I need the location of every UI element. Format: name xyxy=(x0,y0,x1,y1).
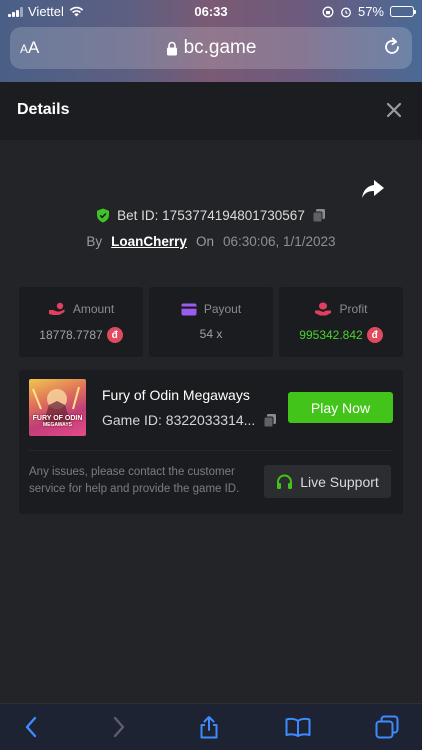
support-help-text: Any issues, please contact the customer … xyxy=(29,466,240,495)
card-divider xyxy=(29,450,393,451)
modal-header: Details xyxy=(0,82,422,140)
by-label: By xyxy=(86,234,103,249)
reload-icon[interactable] xyxy=(382,37,402,57)
live-support-label: Live Support xyxy=(300,473,379,490)
bookmarks-button[interactable] xyxy=(285,715,311,739)
copy-icon[interactable] xyxy=(312,208,326,223)
bet-author-row: By LoanCherry On 06:30:06, 1/1/2023 xyxy=(0,234,422,249)
modal-title: Details xyxy=(17,101,70,118)
game-id: Game ID: 8322033314... xyxy=(102,412,256,428)
bet-datetime: 06:30:06, 1/1/2023 xyxy=(222,234,336,249)
browser-chrome: Viettel 06:33 57% AA bc.game xyxy=(0,0,422,82)
bet-id: Bet ID: 1753774194801730567 xyxy=(117,208,305,223)
chevron-right-icon xyxy=(113,716,125,738)
stat-payout-label: Payout xyxy=(203,302,242,316)
url-text[interactable]: bc.game xyxy=(184,37,257,59)
alarm-icon xyxy=(341,7,351,17)
bet-id-row: Bet ID: 1753774194801730567 xyxy=(0,208,422,223)
headset-icon xyxy=(277,474,293,489)
share-upload-icon xyxy=(200,716,218,739)
hand-coins-icon xyxy=(48,302,65,315)
stat-amount-label: Amount xyxy=(72,302,115,316)
thumb-subtitle: MEGAWAYS xyxy=(43,422,72,428)
verified-shield-icon xyxy=(97,208,110,223)
back-button[interactable] xyxy=(18,715,44,739)
tabs-button[interactable] xyxy=(374,715,400,739)
address-bar[interactable]: AA bc.game xyxy=(10,27,412,69)
stat-payout-value: 54 x xyxy=(199,327,223,341)
book-icon xyxy=(285,717,311,737)
game-card: FURY OF ODIN MEGAWAYS Fury of Odin Megaw… xyxy=(19,370,403,514)
close-icon[interactable] xyxy=(384,100,404,120)
lock-icon xyxy=(166,41,177,55)
thumb-title: FURY OF ODIN xyxy=(32,415,83,422)
tabs-icon xyxy=(375,715,399,739)
stat-profit-label: Profit xyxy=(339,302,368,316)
bet-stats: Amount 18778.7787 đ Payout 54 x Profit 9… xyxy=(19,287,403,357)
stat-profit: Profit 995342.842 đ xyxy=(279,287,403,357)
stat-profit-value: 995342.842 xyxy=(299,328,363,342)
game-thumbnail[interactable]: FURY OF ODIN MEGAWAYS xyxy=(29,379,86,436)
stat-amount: Amount 18778.7787 đ xyxy=(19,287,143,357)
username-link[interactable]: LoanCherry xyxy=(111,234,187,249)
on-label: On xyxy=(195,234,214,249)
d-coin-icon: đ xyxy=(366,327,383,343)
game-name: Fury of Odin Megaways xyxy=(102,387,250,403)
d-coin-icon: đ xyxy=(106,327,123,343)
share-page-button[interactable] xyxy=(196,715,222,739)
stat-amount-value: 18778.7787 xyxy=(39,328,103,342)
copy-icon[interactable] xyxy=(263,413,277,428)
profit-hand-icon xyxy=(315,302,332,316)
forward-button[interactable] xyxy=(106,715,132,739)
game-id-row: Game ID: 8322033314... xyxy=(102,412,277,428)
chevron-left-icon xyxy=(25,716,37,738)
stat-payout: Payout 54 x xyxy=(149,287,273,357)
browser-toolbar xyxy=(0,703,422,750)
play-now-button[interactable]: Play Now xyxy=(288,392,393,423)
live-support-button[interactable]: Live Support xyxy=(264,465,391,498)
share-icon[interactable] xyxy=(361,178,385,200)
battery-icon xyxy=(390,6,416,17)
wallet-card-icon xyxy=(181,303,197,315)
rotation-lock-icon xyxy=(322,6,334,17)
battery-percent: 57% xyxy=(357,4,384,19)
status-bar: Viettel 06:33 57% xyxy=(0,0,422,22)
